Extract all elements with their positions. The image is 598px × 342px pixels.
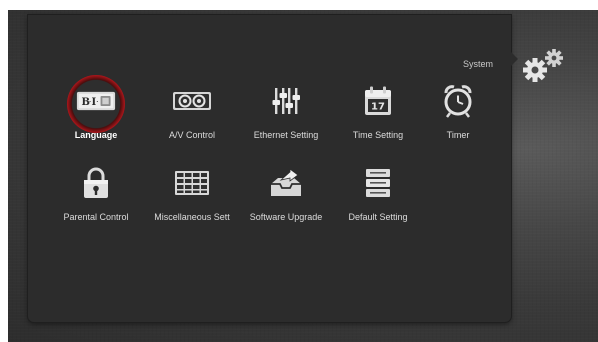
lock-icon [76, 163, 116, 203]
alarm-clock-icon [438, 81, 478, 121]
menu-item-label: Timer [446, 130, 470, 140]
menu-item-software-upgrade[interactable]: Software Upgrade [238, 163, 334, 233]
grid-icon [172, 163, 212, 203]
menu-item-label: Miscellaneous Sett [154, 212, 230, 222]
tv-screen: System B · I · Language A/V Control Ethe… [8, 10, 598, 342]
menu-item-label: Parental Control [63, 212, 129, 222]
menu-item-label: Default Setting [348, 212, 408, 222]
language-icon: B · I · [76, 81, 116, 121]
upgrade-tray-icon [266, 163, 306, 203]
menu-item-default-setting[interactable]: Default Setting [330, 163, 426, 233]
menu-item-label: Ethernet Setting [253, 130, 319, 140]
menu-item-timer[interactable]: Timer [410, 81, 506, 151]
ethernet-sliders-icon [266, 81, 306, 121]
calendar-day: 17 [371, 102, 385, 113]
system-menu-panel: System B · I · Language A/V Control Ethe… [28, 15, 511, 322]
panel-title: System [462, 59, 493, 69]
svg-text:·: · [96, 97, 99, 107]
menu-item-miscellaneous-setting[interactable]: Miscellaneous Sett [144, 163, 240, 233]
av-control-icon [172, 81, 212, 121]
menu-item-label: Language [74, 130, 118, 140]
default-setting-icon [358, 163, 398, 203]
calendar-icon: 17 [358, 81, 398, 121]
menu-item-label: Software Upgrade [249, 212, 323, 222]
menu-item-language[interactable]: B · I · Language [48, 75, 144, 151]
menu-item-label: A/V Control [168, 130, 216, 140]
menu-item-parental-control[interactable]: Parental Control [48, 163, 144, 233]
panel-pointer-arrow [511, 52, 518, 66]
gears-icon [520, 46, 566, 86]
menu-item-av-control[interactable]: A/V Control [144, 81, 240, 151]
menu-item-ethernet-setting[interactable]: Ethernet Setting [238, 81, 334, 151]
